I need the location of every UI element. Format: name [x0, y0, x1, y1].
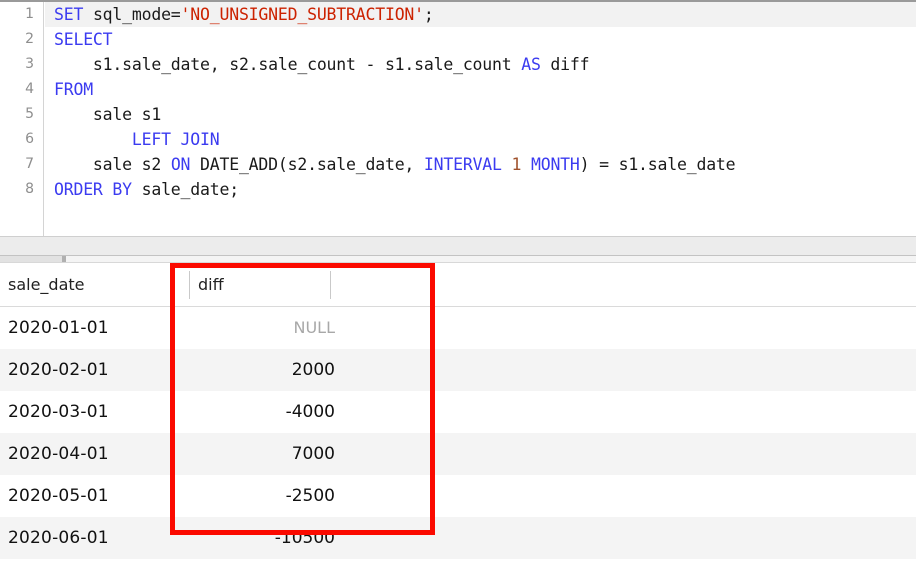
table-row[interactable]: 2020-06-01 -10500	[0, 517, 916, 559]
cell-diff: -4000	[285, 402, 335, 422]
table-row[interactable]: 2020-01-01 NULL	[0, 307, 916, 349]
cell-diff: 7000	[291, 444, 335, 464]
code-line-7[interactable]: sale s2 ON DATE_ADD(s2.sale_date, INTERV…	[45, 152, 916, 177]
sql-identifier: sale s2	[54, 155, 171, 174]
line-number: 7	[25, 156, 34, 172]
scrollbar-track	[0, 256, 62, 262]
results-grid-empty-area	[0, 559, 916, 564]
cell-sale-date: 2020-03-01	[8, 402, 109, 422]
sql-keyword: ORDER BY	[54, 180, 132, 199]
line-number: 8	[25, 181, 34, 197]
sql-identifier: diff	[540, 55, 590, 74]
sql-keyword: SELECT	[54, 30, 113, 49]
editor-code-area[interactable]: SET sql_mode='NO_UNSIGNED_SUBTRACTION'; …	[45, 2, 916, 236]
line-number: 6	[25, 131, 34, 147]
table-row[interactable]: 2020-03-01 -4000	[0, 391, 916, 433]
line-number: 3	[25, 56, 34, 72]
line-number: 4	[25, 81, 34, 97]
code-line-6[interactable]: LEFT JOIN	[45, 127, 916, 152]
results-header-row: sale_date diff	[0, 263, 916, 307]
column-divider[interactable]	[189, 271, 190, 299]
sql-indent	[54, 130, 132, 149]
code-line-2[interactable]: SELECT	[45, 27, 916, 52]
column-divider[interactable]	[330, 271, 331, 299]
table-row[interactable]: 2020-05-01 -2500	[0, 475, 916, 517]
cell-diff: -10500	[274, 528, 335, 548]
column-header-sale-date[interactable]: sale_date	[8, 263, 85, 306]
table-row[interactable]: 2020-04-01 7000	[0, 433, 916, 475]
sql-identifier: sale_date;	[131, 180, 240, 199]
sql-keyword: MONTH	[530, 155, 580, 174]
editor-line-number-gutter: 1 2 3 4 5 6 7 8	[0, 2, 44, 236]
sql-punctuation: ;	[423, 5, 434, 24]
sql-number-literal: 1	[511, 155, 522, 174]
sql-keyword: FROM	[54, 80, 93, 99]
sql-identifier: sql_mode=	[92, 5, 181, 24]
code-line-1[interactable]: SET sql_mode='NO_UNSIGNED_SUBTRACTION';	[45, 2, 916, 27]
cell-diff: 2000	[291, 360, 335, 380]
sql-keyword: INTERVAL	[423, 155, 502, 174]
table-row[interactable]: 2020-02-01 2000	[0, 349, 916, 391]
line-number: 5	[25, 106, 34, 122]
cell-sale-date: 2020-01-01	[8, 318, 109, 338]
sql-keyword: SET	[54, 5, 84, 24]
sql-string-literal: 'NO_UNSIGNED_SUBTRACTION'	[180, 5, 425, 24]
sql-editor[interactable]: 1 2 3 4 5 6 7 8 SET sql_mode='NO_UNSIGNE…	[0, 0, 916, 236]
sql-identifier: DATE_ADD(s2.sale_date,	[190, 155, 424, 174]
sql-identifier: sale s1	[54, 105, 162, 124]
code-line-5[interactable]: sale s1	[45, 102, 916, 127]
column-header-diff[interactable]: diff	[198, 263, 224, 306]
results-grid[interactable]: sale_date diff 2020-01-01 NULL 2020-02-0…	[0, 263, 916, 564]
scrollbar-thumb[interactable]	[62, 256, 66, 262]
cell-sale-date: 2020-05-01	[8, 486, 109, 506]
sql-keyword: ON	[170, 155, 191, 174]
sql-identifier: s1.sale_date, s2.sale_count - s1.sale_co…	[54, 55, 522, 74]
line-number: 1	[25, 6, 34, 22]
cell-diff: NULL	[293, 318, 335, 337]
code-line-4[interactable]: FROM	[45, 77, 916, 102]
editor-results-splitter[interactable]	[0, 236, 916, 256]
cell-sale-date: 2020-04-01	[8, 444, 109, 464]
cell-diff: -2500	[285, 486, 335, 506]
sql-keyword: AS	[521, 55, 541, 74]
sql-identifier: ) = s1.sale_date	[579, 155, 736, 174]
sql-keyword: LEFT JOIN	[131, 130, 220, 149]
line-number: 2	[25, 31, 34, 47]
cell-sale-date: 2020-02-01	[8, 360, 109, 380]
horizontal-scrollbar[interactable]	[0, 256, 916, 263]
code-line-3[interactable]: s1.sale_date, s2.sale_count - s1.sale_co…	[45, 52, 916, 77]
cell-sale-date: 2020-06-01	[8, 528, 109, 548]
code-line-8[interactable]: ORDER BY sale_date;	[45, 177, 916, 202]
